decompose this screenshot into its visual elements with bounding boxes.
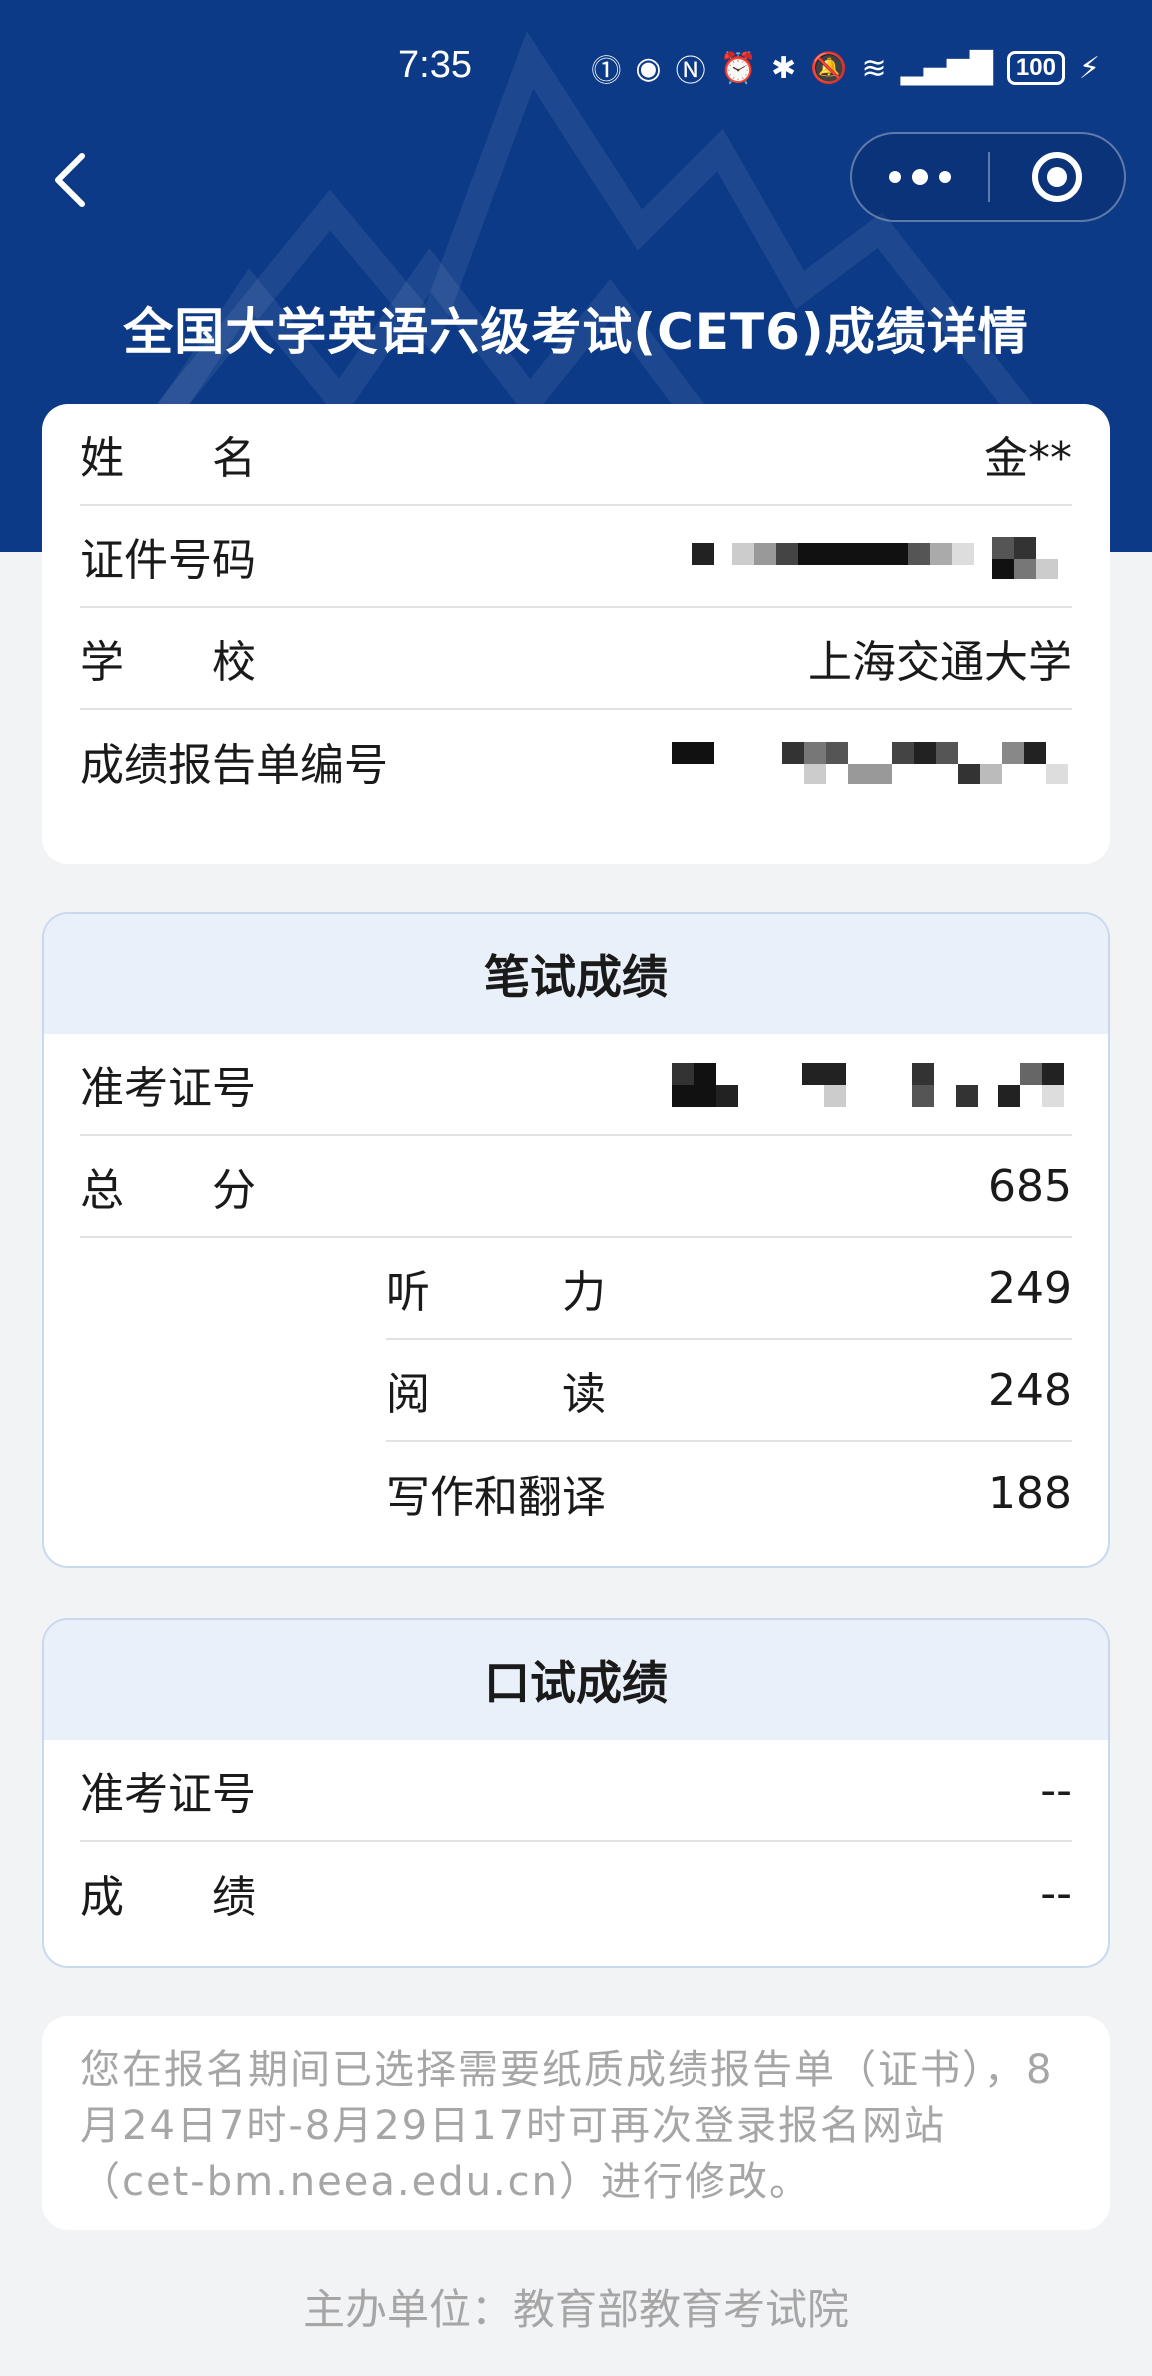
candidate-info-card: 姓 名 金** 证件号码 学 校 上海交通大学 成绩报告单编号: [42, 404, 1110, 864]
written-score-title: 笔试成绩: [44, 914, 1108, 1034]
id-mosaic: [692, 537, 1058, 579]
oral-ticket-row: 准考证号 --: [80, 1740, 1072, 1842]
oral-ticket-label: 准考证号: [80, 1769, 256, 1820]
written-score-body: 准考证号 总 分 685 听 力 249 阅 读 248 写作和翻译 188: [44, 1034, 1108, 1544]
name-value: 金**: [984, 433, 1072, 484]
report-number-mosaic: [672, 742, 1068, 784]
oral-score-value: --: [1040, 1867, 1072, 1919]
written-ticket-row: 准考证号: [80, 1034, 1072, 1136]
written-ticket-label: 准考证号: [80, 1063, 256, 1114]
subscore-list: 听 力 249 阅 读 248 写作和翻译 188: [386, 1238, 1072, 1544]
reading-score: 248: [988, 1364, 1072, 1416]
id-row: 证件号码: [80, 506, 1072, 608]
writing-label: 写作和翻译: [386, 1472, 606, 1523]
oral-score-body: 准考证号 -- 成 绩 --: [44, 1740, 1108, 1944]
listening-row: 听 力 249: [386, 1238, 1072, 1340]
school-label: 学 校: [80, 637, 256, 688]
eye-icon: ◉: [635, 50, 662, 86]
page-title: 全国大学英语六级考试(CET6)成绩详情: [123, 303, 1029, 361]
oral-score-card: 口试成绩 准考证号 -- 成 绩 --: [42, 1618, 1110, 1968]
more-button[interactable]: [852, 134, 988, 220]
organizer-footer: 主办单位：教育部教育考试院: [302, 2285, 849, 2334]
listening-score: 249: [988, 1262, 1072, 1314]
miniprogram-capsule: [850, 132, 1126, 222]
chevron-left-icon: [55, 153, 85, 207]
back-button[interactable]: [40, 140, 100, 220]
nfc-icon: Ⓝ: [675, 54, 706, 89]
mute-bell-icon: 🔕: [810, 50, 848, 86]
wifi-icon: ≋: [861, 50, 887, 86]
writing-score: 188: [988, 1467, 1072, 1519]
report-number-row: 成绩报告单编号: [80, 710, 1072, 812]
signal-5g-icon: ▂▄▆█: [900, 50, 993, 86]
oral-ticket-value: --: [1040, 1764, 1072, 1816]
total-score-label: 总 分: [80, 1165, 256, 1216]
reading-label: 阅 读: [386, 1369, 606, 1420]
written-ticket-mosaic: [672, 1063, 1064, 1107]
school-row: 学 校 上海交通大学: [80, 608, 1072, 710]
id-label: 证件号码: [80, 535, 256, 586]
oral-score-label: 成 绩: [80, 1872, 256, 1923]
report-number-label: 成绩报告单编号: [80, 740, 388, 791]
total-score-value: 685: [988, 1160, 1072, 1212]
charging-icon: ⚡: [1078, 50, 1100, 86]
target-icon: [1032, 152, 1082, 202]
status-bar: 7:35 ⓵ ◉ Ⓝ ⏰ ✱ 🔕 ≋ ▂▄▆█ 100 ⚡: [0, 0, 1152, 130]
total-score-row: 总 分 685: [80, 1136, 1072, 1238]
reading-row: 阅 读 248: [386, 1340, 1072, 1442]
writing-row: 写作和翻译 188: [386, 1442, 1072, 1544]
paper-report-notice: 您在报名期间已选择需要纸质成绩报告单（证书），8月24日7时-8月29日17时可…: [42, 2016, 1110, 2230]
close-miniprogram-button[interactable]: [990, 134, 1124, 220]
battery-indicator: 100: [1006, 51, 1065, 85]
school-value: 上海交通大学: [808, 637, 1072, 688]
alarm-icon: ⏰: [719, 50, 757, 86]
oral-score-title: 口试成绩: [44, 1620, 1108, 1740]
battery-level: 100: [1015, 54, 1056, 81]
written-score-card: 笔试成绩 准考证号 总 分 685 听 力 249 阅 读 248 写作和翻译 …: [42, 912, 1110, 1568]
more-dots-icon: [889, 169, 951, 185]
oral-score-row: 成 绩 --: [80, 1842, 1072, 1944]
hd-call-icon: ⓵: [591, 54, 622, 89]
name-label: 姓 名: [80, 433, 256, 484]
bluetooth-icon: ✱: [770, 50, 797, 86]
listening-label: 听 力: [386, 1267, 606, 1318]
status-time: 7:35: [398, 44, 472, 86]
name-row: 姓 名 金**: [80, 404, 1072, 506]
status-icons: ⓵ ◉ Ⓝ ⏰ ✱ 🔕 ≋ ▂▄▆█ 100 ⚡: [591, 46, 1100, 90]
